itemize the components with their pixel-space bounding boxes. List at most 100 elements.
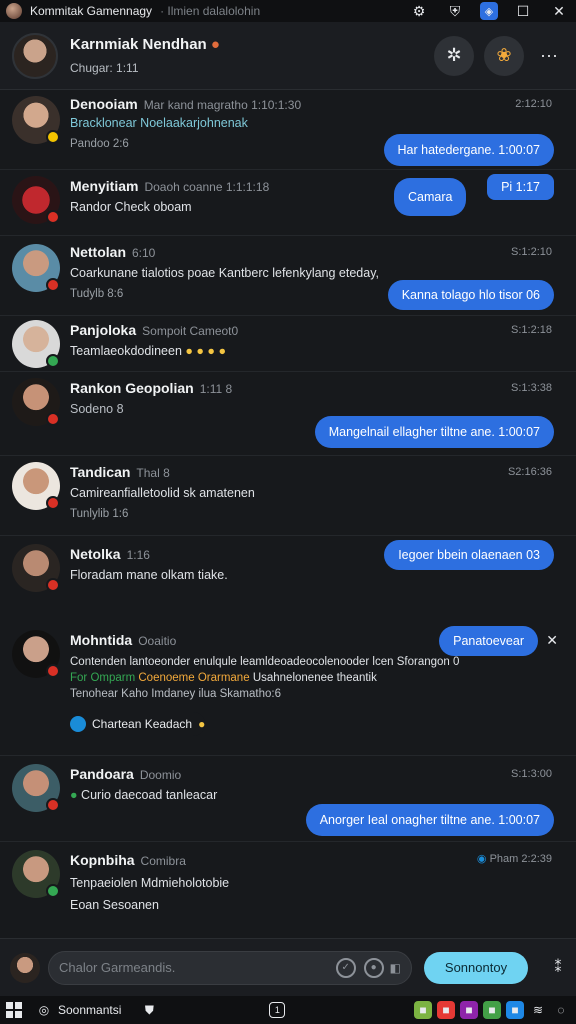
sender-name: Pandoara Doomio — [70, 766, 181, 782]
message-subtext: Tunlylib 1:6 — [70, 508, 129, 520]
reaction-chip-label: Chartean Keadach — [92, 717, 193, 731]
reply-bubble[interactable]: Camara — [394, 178, 467, 216]
message-text: Camireanfialletoolid sk amatenen — [70, 486, 255, 500]
reply-bubble[interactable]: Anorger Ieal onagher tiltne ane. 1:00:07 — [305, 804, 554, 836]
message-row[interactable]: Kopnbiha Comibra ◉ Pham 2:2:39 Tenpaeiole… — [0, 842, 576, 938]
window-icon[interactable]: 1 — [269, 1002, 286, 1018]
message-time: S:1:3:00 — [511, 768, 552, 780]
windows-start-icon[interactable] — [6, 1002, 22, 1018]
message-time: S:1:3:38 — [511, 382, 552, 394]
sender-name: Menyitiam Doaoh coanne 1:1:1:18 — [70, 178, 269, 194]
grid-icon[interactable]: ■ — [483, 1001, 501, 1019]
smile-emoji-icon: ● — [198, 717, 206, 731]
sender-name: Mohntida Ooaitio — [70, 632, 176, 648]
message-line-2: For Omparm Coenoeme Orarmane Usahnelonen… — [70, 672, 377, 684]
window-subtitle: · Ilmien dalalolohin — [160, 4, 261, 18]
chat-icon[interactable]: ■ — [414, 1001, 432, 1019]
gear-icon[interactable]: ⚙ — [408, 0, 430, 22]
sender-name: Panjoloka Sompoit Cameot0 — [70, 322, 238, 338]
sender-meta: Doomio — [139, 768, 182, 782]
message-line-2-part-a: For Omparm — [70, 672, 136, 684]
sender-name-text: Denooiam — [70, 96, 138, 112]
sender-badge-icon — [46, 884, 60, 898]
reply-bubble-small[interactable]: Pi 1:17 — [487, 174, 554, 200]
sticker-icon[interactable]: ❀ — [484, 35, 524, 76]
sender-name-text: Tandican — [70, 464, 131, 480]
message-text: Teamlaeokdodineen ● ● ● ● — [70, 344, 226, 358]
message-row[interactable]: Rankon Geopolian 1:11 8 S:1:3:38 Sodeno 8… — [0, 372, 576, 456]
message-row[interactable]: Menyitiam Doaoh coanne 1:1:1:18 Randor Ch… — [0, 170, 576, 236]
sender-meta: 1:16 — [126, 548, 150, 562]
message-text: Randor Check oboam — [70, 200, 192, 214]
message-tag: ◉ Pham 2:2:39 — [477, 852, 552, 865]
message-text: ● Curio daecoad tanleacar — [70, 788, 217, 802]
message-text: Sodeno 8 — [70, 402, 124, 416]
mic-icon[interactable]: ◧ — [390, 961, 401, 975]
sender-meta: Thal 8 — [136, 466, 170, 480]
status-emoji-icon: ● — [210, 36, 220, 53]
message-row-expanded[interactable]: Mohntida Ooaitio Panatoevear ✕ Contenden … — [0, 622, 576, 756]
compass-icon[interactable]: ◈ — [480, 2, 498, 20]
message-row[interactable]: Panjoloka Sompoit Cameot0 S:1:2:18 Teamla… — [0, 316, 576, 372]
header-actions: ✲ ❀ ··· — [434, 35, 564, 76]
message-time: 2:12:10 — [515, 98, 552, 110]
reply-bubble[interactable]: Iegoer bbein olaenaen 03 — [384, 540, 554, 570]
window-titlebar: Kommitak Gamennagy · Ilmien dalalolohin … — [0, 0, 576, 22]
message-input[interactable] — [59, 960, 328, 975]
more-icon[interactable]: ··· — [534, 45, 564, 66]
message-subtext: Tudylb 8:6 — [70, 288, 124, 300]
reply-bubble[interactable]: Panatoevear — [439, 626, 538, 656]
message-row[interactable]: Tandican Thal 8 S2:16:36 Camireanfialleto… — [0, 456, 576, 536]
photo-icon[interactable]: ■ — [460, 1001, 478, 1019]
sender-meta: 6:10 — [132, 246, 156, 260]
message-text-body: Curio daecoad tanleacar — [81, 788, 218, 802]
sender-name: Netolka 1:16 — [70, 546, 150, 562]
sender-name: Rankon Geopolian 1:11 8 — [70, 380, 232, 396]
wifi-icon[interactable]: ≋ — [529, 1001, 547, 1019]
ring-icon: ◉ — [476, 853, 487, 865]
message-time: S2:16:36 — [507, 466, 552, 478]
contact-avatar[interactable] — [12, 32, 58, 79]
message-time: S:1:2:10 — [511, 246, 552, 258]
message-text: Bracklonear Noelaakarjohnenak — [70, 116, 248, 130]
sender-name: Tandican Thal 8 — [70, 464, 170, 480]
contact-info: Karnmiak Nendhan ● Chugar: 1:11 — [70, 36, 220, 75]
share-icon[interactable]: ■ — [506, 1001, 524, 1019]
message-text: Floradam mane olkam tiake. — [70, 568, 228, 582]
emoji-icon[interactable]: ● — [363, 957, 384, 978]
attachment-icon[interactable]: ✓ — [335, 957, 356, 978]
message-row[interactable]: Nettolan 6:10 S:1:2:10 Coarkunane tialoti… — [0, 236, 576, 316]
shield-icon[interactable]: ⛊ — [139, 1000, 159, 1020]
sender-badge-icon — [46, 664, 60, 678]
close-icon[interactable]: ✕ — [548, 0, 570, 22]
maximize-icon[interactable]: ☐ — [512, 0, 534, 22]
message-row[interactable]: Pandoara Doomio S:1:3:00 ● Curio daecoad … — [0, 756, 576, 842]
leaf-icon: ● — [70, 788, 78, 802]
message-list[interactable]: Denooiam Mar kand magratho 1:10:1:30 2:12… — [0, 90, 576, 938]
chat-bubble-icon[interactable]: ◌ — [552, 1001, 570, 1019]
message-composer: ✓ ● ◧ Sonnontoy ⁑ — [0, 938, 576, 996]
shield-icon[interactable]: ⛨ — [444, 0, 466, 22]
reaction-chip[interactable]: Chartean Keadach ● — [70, 712, 206, 736]
gift-icon[interactable]: ■ — [437, 1001, 455, 1019]
message-row[interactable]: Netolka 1:16 Floradam mane olkam tiake. I… — [0, 536, 576, 622]
send-button[interactable]: Sonnontoy — [424, 951, 528, 984]
message-line-2-part-c: Usahnelonenee theantik — [252, 672, 377, 684]
sender-badge-icon — [46, 210, 60, 224]
message-subtext: Eoan Sesoanen — [70, 898, 159, 912]
reply-bubble[interactable]: Har hatedergane. 1:00:07 — [383, 134, 554, 166]
sender-name-text: Menyitiam — [70, 178, 139, 194]
sender-name: Nettolan 6:10 — [70, 244, 155, 260]
close-icon[interactable]: ✕ — [546, 632, 558, 649]
settings-icon[interactable]: ✲ — [434, 35, 474, 76]
my-avatar[interactable] — [10, 952, 40, 983]
more-options-icon[interactable]: ⁑ — [550, 959, 566, 976]
reply-bubble[interactable]: Kanna tolago hlo tisor 06 — [387, 280, 554, 310]
app-avatar-icon — [6, 3, 22, 19]
contact-status: Chugar: 1:11 — [70, 61, 139, 75]
taskbar-label[interactable]: Soonmantsi — [58, 1003, 121, 1017]
reply-bubble[interactable]: Mangelnail ellagher tiltne ane. 1:00:07 — [314, 416, 554, 448]
message-text: Tenpaeiolen Mdmieholotobie — [70, 876, 230, 890]
message-row[interactable]: Denooiam Mar kand magratho 1:10:1:30 2:12… — [0, 90, 576, 170]
browser-icon[interactable]: ◎ — [34, 1000, 54, 1020]
